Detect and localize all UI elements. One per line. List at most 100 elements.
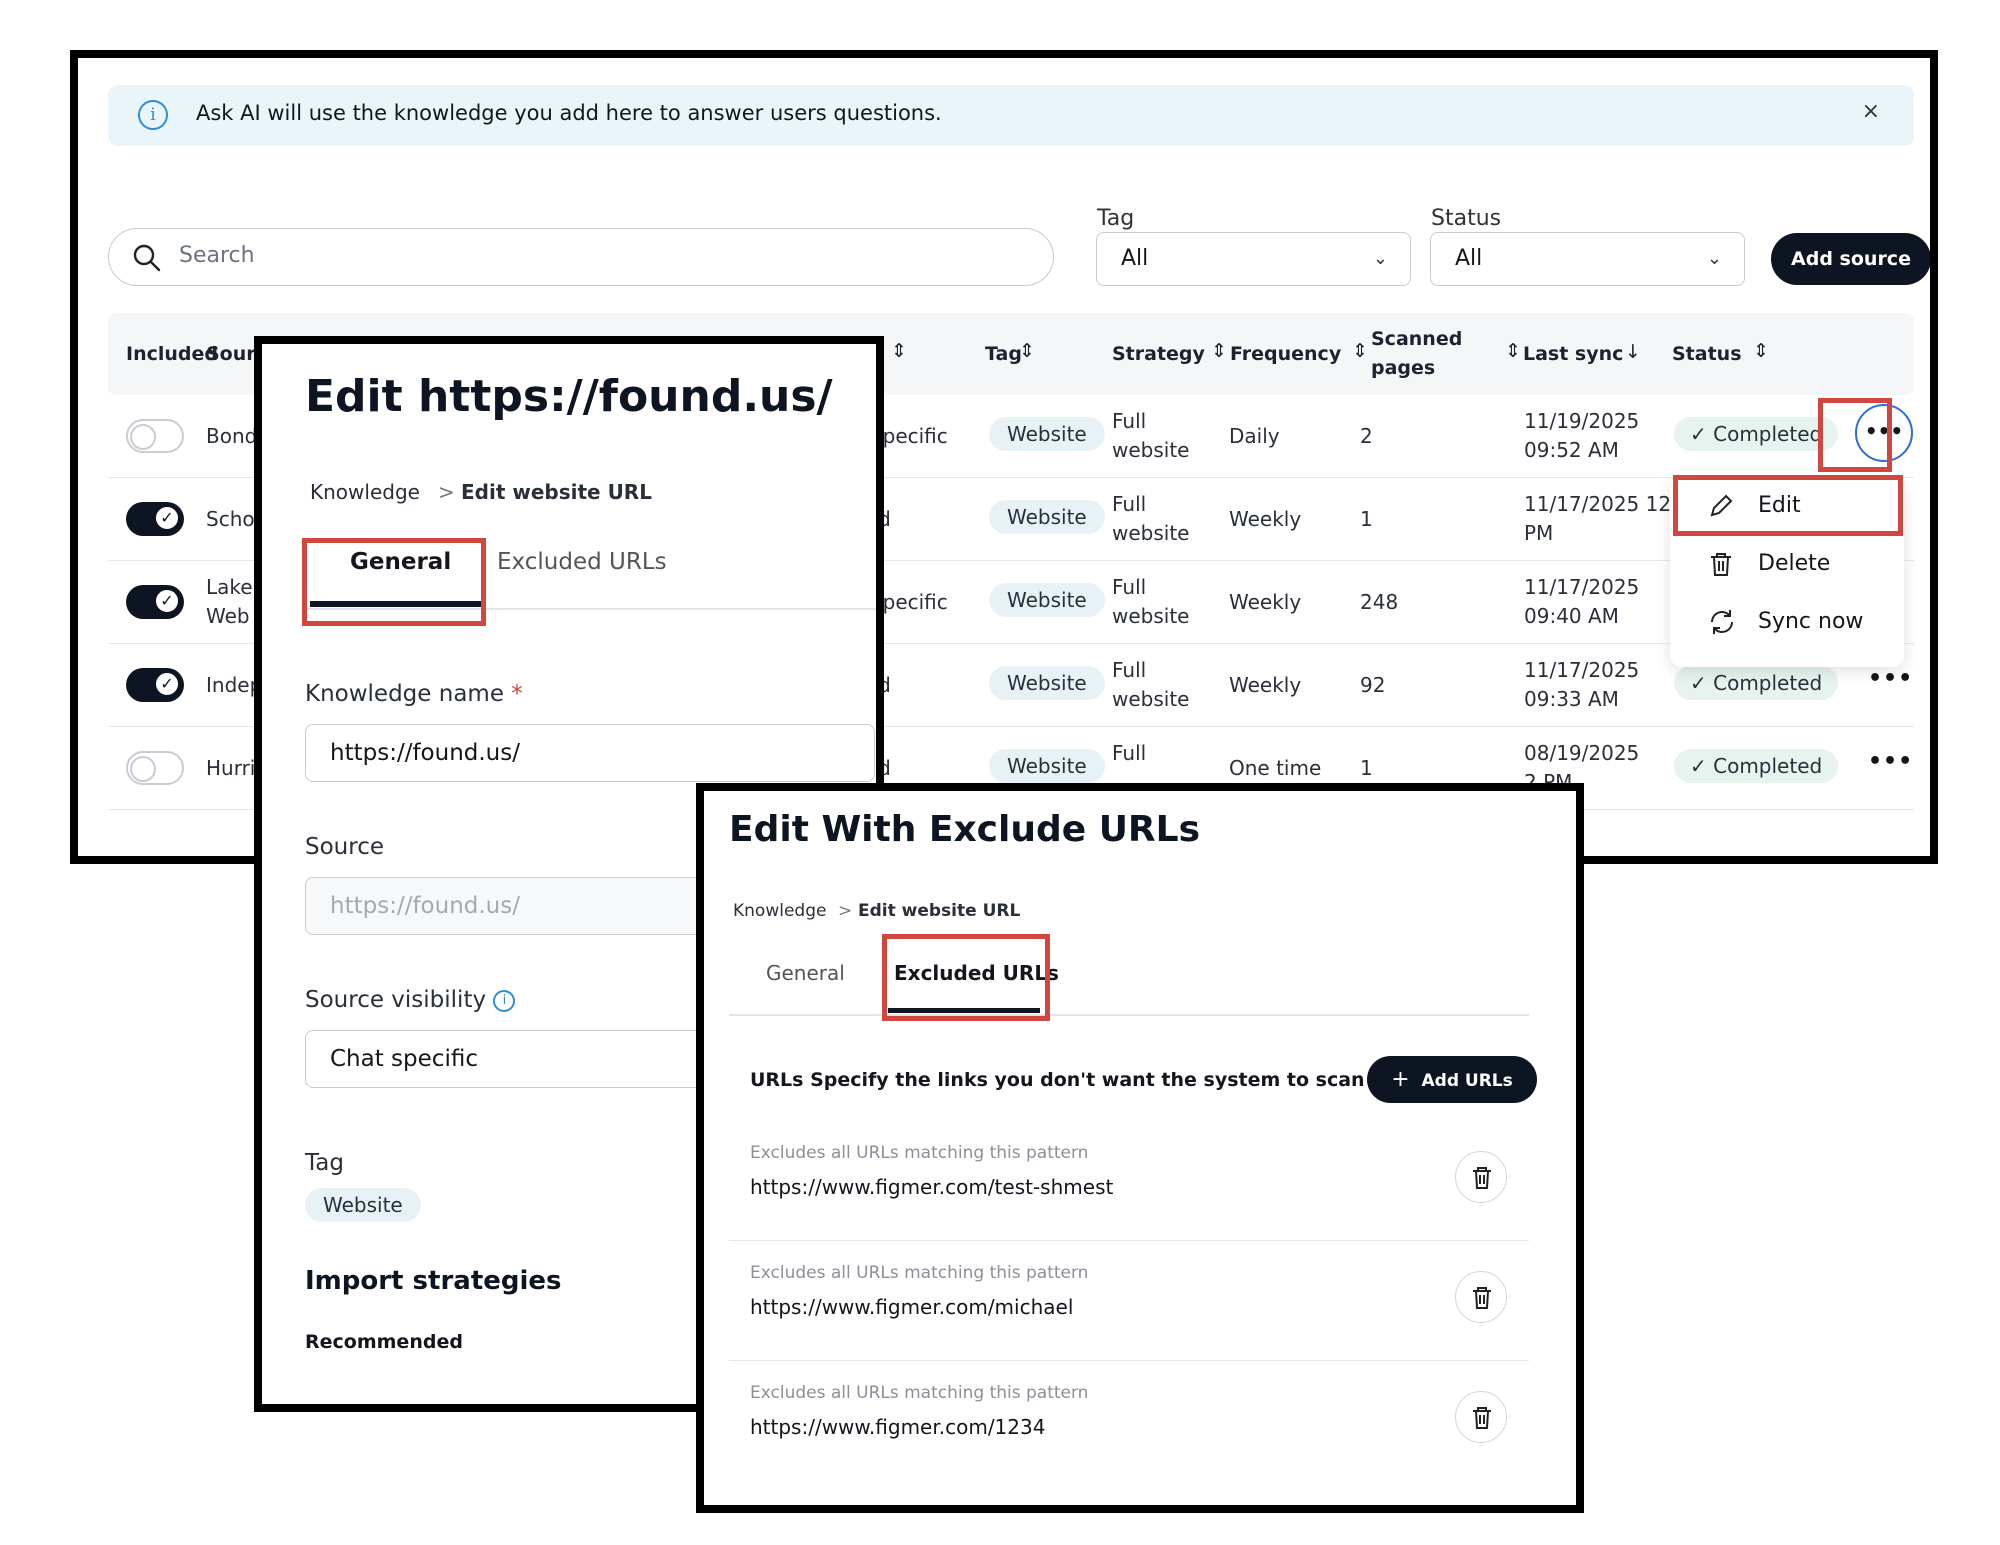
included-toggle[interactable] — [126, 419, 184, 453]
knowledge-name-value: https://found.us/ — [330, 740, 520, 766]
highlight-general-tab — [302, 538, 486, 626]
search-placeholder: Search — [179, 243, 255, 268]
trash-icon — [1711, 553, 1731, 576]
list-item: Excludes all URLs matching this pattern … — [729, 1241, 1529, 1361]
trash-icon — [1473, 1407, 1491, 1429]
col-strategy[interactable]: Strategy — [1112, 343, 1205, 365]
check-icon: ✓ — [1690, 671, 1714, 695]
row-strategy-2: website — [1112, 438, 1190, 462]
col-source[interactable]: Sour — [206, 343, 256, 365]
row-frequency: One time — [1229, 756, 1322, 780]
tag-select-value: All — [1121, 246, 1149, 271]
highlight-excluded-tab — [882, 934, 1050, 1021]
source-label: Source — [305, 834, 384, 860]
breadcrumb-root[interactable]: Knowledge — [310, 480, 420, 504]
tab-general[interactable]: General — [766, 961, 845, 985]
tag-chip[interactable]: Website — [305, 1188, 421, 1222]
exclude-caption: Excludes all URLs matching this pattern — [750, 1143, 1089, 1163]
row-sync-2: PM — [1524, 521, 1554, 545]
chevron-right-icon: > — [838, 901, 853, 921]
row-tag: Website — [989, 749, 1105, 783]
row-tag: Website — [989, 666, 1105, 700]
row-sync-2: 09:40 AM — [1524, 604, 1619, 628]
row-pages: 2 — [1360, 424, 1373, 448]
row-strategy: Full — [1112, 658, 1147, 682]
check-icon: ✓ — [154, 588, 180, 614]
plus-icon: + — [1391, 1067, 1410, 1092]
row-pages: 1 — [1360, 756, 1373, 780]
tag-filter-label: Tag — [1097, 206, 1135, 231]
import-strategies-title: Import strategies — [305, 1266, 562, 1296]
close-icon[interactable]: × — [1862, 99, 1880, 124]
col-tag[interactable]: Tag — [985, 343, 1022, 365]
check-icon: ✓ — [1690, 754, 1714, 778]
search-input[interactable]: Search — [108, 228, 1054, 286]
included-toggle[interactable]: ✓ — [126, 502, 184, 536]
row-pages: 1 — [1360, 507, 1373, 531]
status-select-value: All — [1455, 246, 1483, 271]
sort-icon[interactable]: ⇕ — [891, 340, 907, 362]
sort-icon[interactable]: ⇕ — [1211, 340, 1227, 362]
included-toggle[interactable] — [126, 751, 184, 785]
page-title: Edit With Exclude URLs — [729, 809, 1201, 850]
highlight-edit-item — [1673, 475, 1903, 536]
row-tag: Website — [989, 500, 1105, 534]
page-title: Edit https://found.us/ — [305, 371, 833, 422]
tag-label: Tag — [305, 1150, 344, 1176]
included-toggle[interactable]: ✓ — [126, 585, 184, 619]
recommended-label: Recommended — [305, 1331, 463, 1353]
col-last-sync[interactable]: Last sync — [1523, 343, 1623, 365]
tag-select[interactable]: All ⌄ — [1096, 232, 1411, 286]
add-source-button[interactable]: Add source — [1771, 233, 1930, 285]
exclude-caption: Excludes all URLs matching this pattern — [750, 1263, 1089, 1283]
tab-excluded-urls[interactable]: Excluded URLs — [497, 549, 667, 575]
required-mark: * — [511, 681, 523, 707]
source-visibility-label: Source visibility i — [305, 987, 516, 1013]
col-status[interactable]: Status — [1672, 343, 1742, 365]
included-toggle[interactable]: ✓ — [126, 668, 184, 702]
row-tag: Website — [989, 583, 1105, 617]
col-scanned-line2[interactable]: pages — [1371, 357, 1435, 379]
row-sync: 11/17/2025 — [1524, 658, 1640, 682]
delete-button[interactable] — [1455, 1391, 1507, 1443]
chevron-right-icon: > — [438, 480, 455, 504]
col-scanned-line1[interactable]: Scanned — [1371, 328, 1462, 350]
status-badge-text: Completed — [1713, 671, 1823, 695]
sort-icon[interactable]: ⇕ — [1753, 340, 1769, 362]
row-sync: 11/19/2025 — [1524, 409, 1640, 433]
row-source-name: Lake — [206, 575, 253, 599]
sort-icon[interactable]: ⇕ — [1352, 340, 1368, 362]
row-strategy-2: website — [1112, 604, 1190, 628]
knowledge-name-input[interactable]: https://found.us/ — [305, 724, 875, 782]
exclude-url: https://www.figmer.com/michael — [750, 1295, 1074, 1319]
delete-button[interactable] — [1455, 1151, 1507, 1203]
check-icon: ✓ — [154, 671, 180, 697]
delete-button[interactable] — [1455, 1271, 1507, 1323]
status-badge: ✓ Completed — [1674, 417, 1839, 451]
sort-icon[interactable]: ⇕ — [1505, 340, 1521, 362]
row-strategy-2: website — [1112, 521, 1190, 545]
row-source-name: Bond — [206, 424, 258, 448]
sort-icon[interactable]: ⇕ — [1019, 340, 1035, 362]
exclude-url: https://www.figmer.com/1234 — [750, 1415, 1046, 1439]
col-frequency[interactable]: Frequency — [1230, 343, 1341, 365]
trash-icon — [1473, 1167, 1491, 1189]
excluded-urls-panel: Edit With Exclude URLs Knowledge > Edit … — [696, 783, 1584, 1513]
more-icon[interactable]: ••• — [1868, 749, 1913, 774]
source-value: https://found.us/ — [330, 893, 520, 919]
add-urls-button[interactable]: + Add URLs — [1367, 1056, 1537, 1103]
check-icon: ✓ — [154, 505, 180, 531]
row-strategy-2: website — [1112, 687, 1190, 711]
menu-sync-now[interactable]: Sync now — [1758, 609, 1863, 634]
info-icon[interactable]: i — [493, 989, 516, 1012]
source-visibility-value: Chat specific — [330, 1046, 478, 1072]
breadcrumb-root[interactable]: Knowledge — [733, 901, 826, 921]
status-select[interactable]: All ⌄ — [1430, 232, 1745, 286]
more-icon[interactable]: ••• — [1868, 666, 1913, 691]
row-sync-2: 09:33 AM — [1524, 687, 1619, 711]
exclude-url: https://www.figmer.com/test-shmest — [750, 1175, 1114, 1199]
menu-delete[interactable]: Delete — [1758, 551, 1830, 576]
arrow-down-icon[interactable]: ↓ — [1625, 341, 1641, 363]
status-badge-text: Completed — [1713, 422, 1823, 446]
row-frequency: Weekly — [1229, 507, 1302, 531]
